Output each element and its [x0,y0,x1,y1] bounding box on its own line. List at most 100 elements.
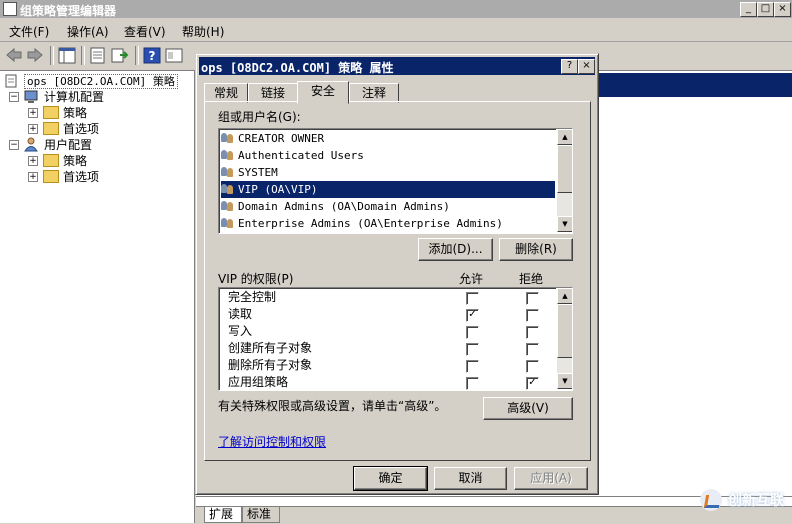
apply-button[interactable]: 应用(A) [514,467,588,490]
ok-button[interactable]: 确定 [353,466,428,491]
properties-icon[interactable] [89,47,107,64]
close-window-button[interactable]: × [774,2,791,17]
forward-icon[interactable] [26,47,44,64]
details-header-bar [596,73,792,97]
tree-user-policies[interactable]: 策略 [63,153,87,169]
scroll-down-icon[interactable]: ▼ [557,216,572,232]
permission-row: 删除所有子对象 [228,357,554,374]
scroll-thumb[interactable] [557,304,572,358]
deny-checkbox[interactable]: ✓ [526,377,539,390]
back-icon[interactable] [5,47,23,64]
menu-action[interactable]: 操作(A) [67,23,109,40]
dialog-title: ops [O8DC2.OA.COM] 策略 属性 [201,61,394,75]
expand-toggle[interactable]: + [28,172,38,182]
cancel-button[interactable]: 取消 [434,467,507,490]
tab-standard[interactable]: 标准 [242,507,281,523]
expand-toggle[interactable]: + [28,108,38,118]
allow-checkbox[interactable] [466,292,479,305]
tree-computer-config[interactable]: 计算机配置 [44,89,104,105]
permission-name: 删除所有子对象 [228,358,313,372]
tree-user-config[interactable]: 用户配置 [44,137,92,153]
deny-checkbox[interactable] [526,309,539,322]
user-group-icon [221,166,235,177]
groups-label: 组或用户名(G): [218,110,301,124]
tab-extended[interactable]: 扩展 [204,507,243,523]
tab-comments[interactable]: 注释 [349,83,399,103]
tab-security[interactable]: 安全 [297,81,349,104]
menu-bar: 文件(F) 操作(A) 查看(V) 帮助(H) [0,19,792,42]
show-hide-tree-icon[interactable] [58,47,76,64]
menu-view[interactable]: 查看(V) [124,23,166,40]
allow-checkbox[interactable] [466,377,479,390]
scroll-up-icon[interactable]: ▲ [557,288,572,304]
watermark-text: 创新互联 [728,493,784,509]
svg-text:?: ? [149,49,156,63]
policy-document-icon [5,74,17,88]
advanced-button[interactable]: 高级(V) [483,397,573,420]
user-list-item[interactable]: CREATOR OWNER [221,130,555,147]
allow-checkbox[interactable] [466,343,479,356]
dialog-title-bar: ops [O8DC2.OA.COM] 策略 属性 ? × [199,57,595,75]
user-list-item[interactable]: Domain Admins (OA\Domain Admins) [221,198,555,215]
permissions-list: 完全控制 读取 ✓ 写入 创建所有子对象 删除所有子对象 应用组策略 ✓ [228,289,554,390]
users-listbox[interactable]: CREATOR OWNER Authenticated Users SYSTEM VI… [218,128,573,234]
deny-checkbox[interactable] [526,292,539,305]
permission-name: 应用组策略 [228,375,289,389]
close-dialog-button[interactable]: × [578,59,595,74]
tab-links[interactable]: 链接 [248,83,298,103]
allow-checkbox[interactable]: ✓ [466,309,479,322]
allow-checkbox[interactable] [466,326,479,339]
window-title: 组策略管理编辑器 [20,4,117,18]
user-name: Domain Admins (OA\Domain Admins) [238,200,450,213]
users-scrollbar[interactable]: ▲ ▼ [556,129,572,232]
tree-computer-preferences[interactable]: 首选项 [63,121,99,137]
expand-toggle[interactable]: + [28,124,38,134]
permissions-listbox: 完全控制 读取 ✓ 写入 创建所有子对象 删除所有子对象 应用组策略 ✓ ▲ ▼ [218,287,573,391]
user-list-item[interactable]: SYSTEM [221,164,555,181]
maximize-button[interactable]: □ [757,2,774,17]
scroll-down-icon[interactable]: ▼ [557,373,572,389]
scroll-up-icon[interactable]: ▲ [557,129,572,145]
deny-checkbox[interactable] [526,326,539,339]
allow-header: 允许 [459,272,484,286]
learn-access-control-link[interactable]: 了解访问控制和权限 [218,433,326,450]
folder-icon [43,106,59,119]
permissions-scrollbar[interactable]: ▲ ▼ [556,288,572,389]
expand-toggle[interactable]: + [28,156,38,166]
export-list-icon[interactable] [111,47,129,64]
menu-help[interactable]: 帮助(H) [182,23,224,40]
properties-dialog: ops [O8DC2.OA.COM] 策略 属性 ? × 常规 链接 安全 注释… [195,53,599,495]
user-list-item[interactable]: Enterprise Admins (OA\Enterprise Admins) [221,215,555,232]
help-button[interactable]: ? [561,59,578,74]
menu-file[interactable]: 文件(F) [9,23,49,40]
user-list-item[interactable]: Authenticated Users [221,147,555,164]
view-icon[interactable] [165,47,183,64]
tree-user-preferences[interactable]: 首选项 [63,169,99,185]
security-panel: 组或用户名(G): CREATOR OWNER Authenticated Use… [204,101,591,461]
toolbar-separator [50,46,54,65]
tree-computer-policies[interactable]: 策略 [63,105,87,121]
watermark: 创新互联 [700,489,784,511]
help-icon[interactable]: ? [143,47,161,64]
allow-checkbox[interactable] [466,360,479,373]
deny-checkbox[interactable] [526,360,539,373]
permission-name: 完全控制 [228,290,277,304]
collapse-toggle[interactable]: − [9,140,19,150]
permission-name: 读取 [228,307,253,321]
remove-button[interactable]: 删除(R) [499,238,573,261]
tab-general[interactable]: 常规 [204,83,248,103]
deny-checkbox[interactable] [526,343,539,356]
user-group-icon [221,200,235,211]
window-title-bar: 组策略管理编辑器 _ □ × [0,0,792,18]
add-button[interactable]: 添加(D)... [418,238,493,261]
minimize-button[interactable]: _ [740,2,757,17]
user-name: Enterprise Admins (OA\Enterprise Admins) [238,217,503,230]
computer-icon [24,90,38,103]
collapse-toggle[interactable]: − [9,92,19,102]
user-list-item[interactable]: VIP (OA\VIP) [221,181,555,198]
users-list: CREATOR OWNER Authenticated Users SYSTEM VI… [221,130,555,232]
user-name: VIP (OA\VIP) [238,183,318,196]
user-name: CREATOR OWNER [238,132,325,145]
scroll-thumb[interactable] [557,145,572,193]
permissions-label: VIP 的权限(P) [218,272,294,286]
